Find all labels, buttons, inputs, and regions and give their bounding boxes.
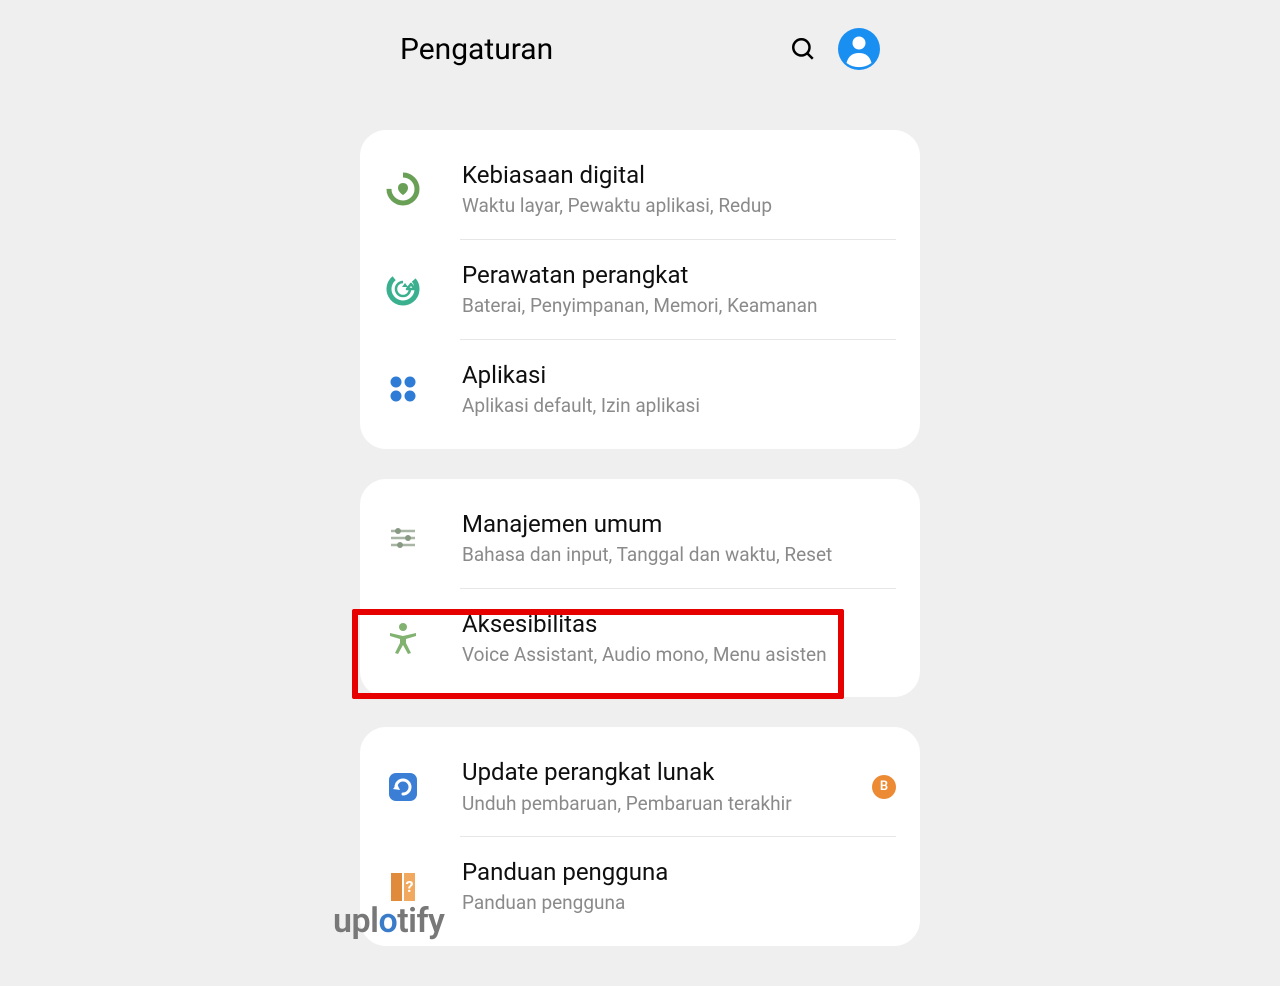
row-subtitle: Aplikasi default, Izin aplikasi: [462, 394, 896, 419]
row-subtitle: Baterai, Penyimpanan, Memori, Keamanan: [462, 294, 896, 319]
accessibility-icon: [386, 621, 420, 655]
row-title: Perawatan perangkat: [462, 260, 896, 291]
general-management-icon: [386, 521, 420, 555]
row-subtitle: Bahasa dan input, Tanggal dan waktu, Res…: [462, 543, 896, 568]
software-update-icon: [386, 770, 420, 804]
header-actions: [790, 28, 880, 70]
row-title: Manajemen umum: [462, 509, 896, 540]
row-apps[interactable]: Aplikasi Aplikasi default, Izin aplikasi: [360, 340, 920, 439]
row-title: Panduan pengguna: [462, 857, 896, 888]
row-subtitle: Voice Assistant, Audio mono, Menu asiste…: [462, 643, 896, 668]
apps-icon: [386, 372, 420, 406]
badge: B: [872, 775, 896, 799]
row-subtitle: Unduh pembaruan, Pembaruan terakhir: [462, 792, 862, 817]
row-accessibility[interactable]: Aksesibilitas Voice Assistant, Audio mon…: [360, 589, 920, 688]
search-icon[interactable]: [790, 36, 816, 62]
settings-group: Manajemen umum Bahasa dan input, Tanggal…: [360, 479, 920, 698]
svg-text:?: ?: [406, 877, 414, 896]
row-software-update[interactable]: Update perangkat lunak Unduh pembaruan, …: [360, 737, 920, 836]
row-subtitle: Panduan pengguna: [462, 891, 896, 916]
settings-group: Kebiasaan digital Waktu layar, Pewaktu a…: [360, 130, 920, 449]
user-guide-icon: ?: [386, 870, 420, 904]
row-digital-wellbeing[interactable]: Kebiasaan digital Waktu layar, Pewaktu a…: [360, 140, 920, 239]
page-title: Pengaturan: [400, 32, 553, 67]
settings-header: Pengaturan: [360, 10, 920, 100]
profile-icon[interactable]: [838, 28, 880, 70]
row-title: Kebiasaan digital: [462, 160, 896, 191]
watermark: uplotify: [333, 901, 444, 941]
digital-wellbeing-icon: [386, 172, 420, 206]
row-title: Aplikasi: [462, 360, 896, 391]
row-general-management[interactable]: Manajemen umum Bahasa dan input, Tanggal…: [360, 489, 920, 588]
device-care-icon: [386, 272, 420, 306]
row-subtitle: Waktu layar, Pewaktu aplikasi, Redup: [462, 194, 896, 219]
row-device-care[interactable]: Perawatan perangkat Baterai, Penyimpanan…: [360, 240, 920, 339]
row-title: Update perangkat lunak: [462, 757, 862, 788]
row-title: Aksesibilitas: [462, 609, 896, 640]
